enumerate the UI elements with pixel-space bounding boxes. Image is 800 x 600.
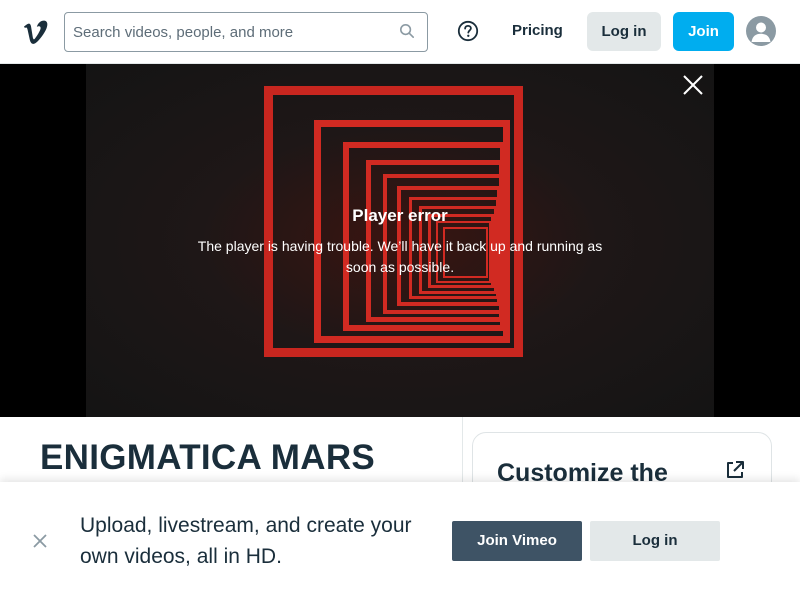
close-icon[interactable] — [31, 532, 49, 550]
signup-banner: Upload, livestream, and create your own … — [0, 482, 800, 600]
signup-banner-text: Upload, livestream, and create your own … — [80, 514, 412, 568]
question-circle-icon[interactable] — [457, 20, 479, 42]
external-link-icon[interactable] — [724, 459, 746, 481]
search-box — [64, 12, 428, 52]
join-button[interactable]: Join — [673, 12, 734, 51]
video-title: ENIGMATICA MARS — [40, 438, 376, 477]
top-nav: Pricing Log in Join — [0, 0, 800, 64]
search-icon[interactable] — [399, 23, 415, 39]
close-icon[interactable] — [682, 74, 704, 96]
video-player[interactable]: Player error The player is having troubl… — [0, 64, 800, 417]
user-avatar-icon — [751, 22, 771, 42]
pricing-link[interactable]: Pricing — [498, 20, 577, 42]
search-input[interactable] — [73, 13, 393, 51]
login-button[interactable]: Log in — [587, 12, 661, 51]
avatar[interactable] — [746, 16, 776, 46]
column-divider — [462, 417, 463, 487]
vimeo-logo-icon[interactable] — [22, 18, 50, 46]
join-vimeo-button[interactable]: Join Vimeo — [452, 521, 582, 561]
banner-login-button[interactable]: Log in — [590, 521, 720, 561]
player-error-title: Player error — [352, 206, 448, 225]
player-error-message: The player is having trouble. We’ll have… — [197, 238, 603, 275]
